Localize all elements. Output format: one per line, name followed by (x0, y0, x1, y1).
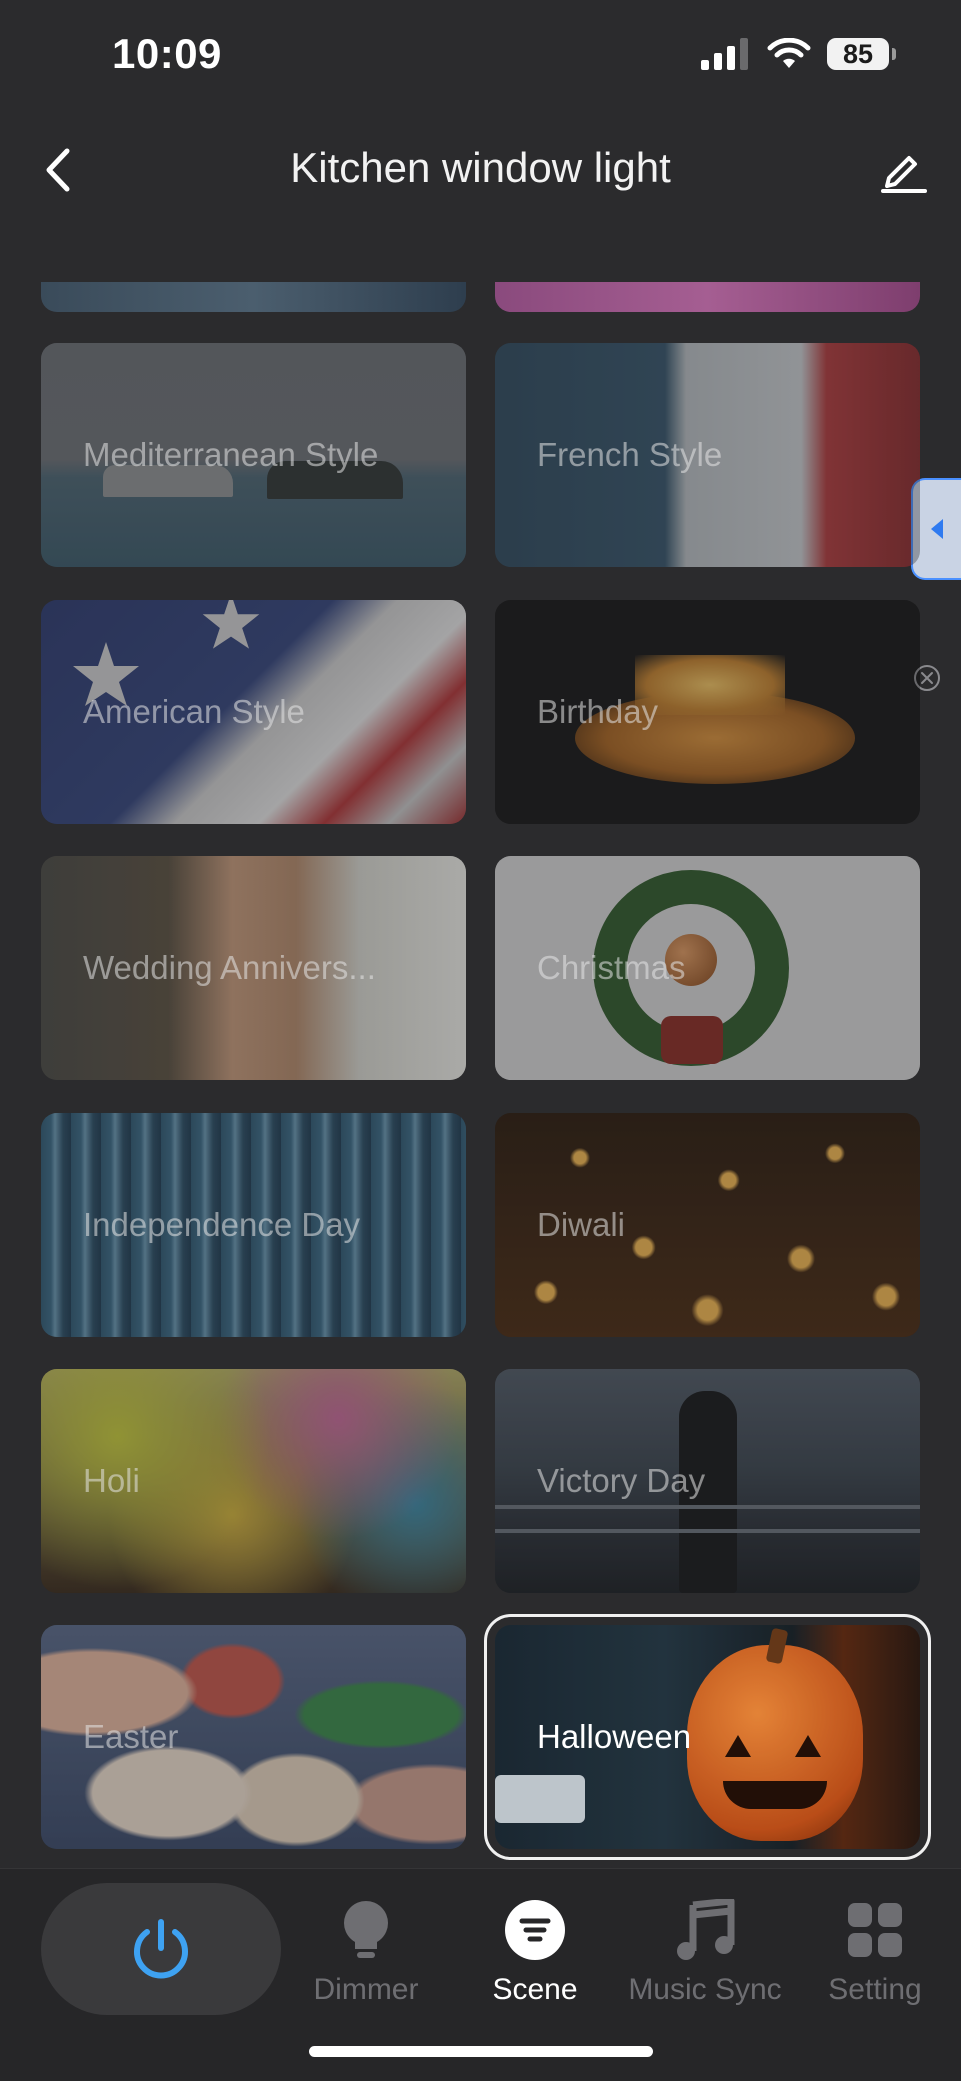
scene-label: Victory Day (537, 1462, 706, 1499)
nav-label: Music Sync (628, 1973, 782, 2006)
nav-label: Dimmer (313, 1973, 419, 2006)
scene-tile-diwali[interactable]: Diwali (495, 1113, 920, 1337)
edit-button[interactable] (873, 140, 933, 200)
scene-tile-french[interactable]: French Style (495, 343, 920, 567)
caret-left-icon (931, 519, 943, 539)
signal-icon (701, 38, 748, 70)
scene-tile-partial[interactable] (495, 282, 920, 312)
battery-level: 85 (842, 39, 874, 69)
header: Kitchen window light (0, 112, 961, 228)
scene-tile-easter[interactable]: Easter (41, 1625, 466, 1849)
power-button[interactable] (41, 1883, 281, 2015)
scene-label: Holi (83, 1462, 140, 1499)
scene-label: Birthday (537, 693, 659, 730)
scene-label: Independence Day (83, 1206, 361, 1243)
status-icons: 85 (701, 38, 896, 70)
nav-label: Setting (828, 1973, 922, 2006)
power-icon (134, 1919, 188, 1979)
scene-label: French Style (537, 436, 723, 473)
scene-tile-partial[interactable] (41, 282, 466, 312)
scene-tile-holi[interactable]: Holi (41, 1369, 466, 1593)
scene-tile-halloween[interactable]: Halloween (484, 1614, 931, 1860)
page-title: Kitchen window light (290, 144, 671, 191)
nav-music-sync[interactable]: Music Sync (620, 1897, 790, 2007)
battery-icon: 85 (827, 38, 896, 70)
scene-tile-christmas[interactable]: Christmas (495, 856, 920, 1080)
scene-label: Easter (83, 1718, 179, 1755)
nav-dimmer[interactable]: Dimmer (281, 1897, 451, 2007)
scene-tile-american[interactable]: American Style (41, 600, 466, 824)
scene-tile-independence[interactable]: Independence Day (41, 1113, 466, 1337)
scene-tile-victory[interactable]: Victory Day (495, 1369, 920, 1593)
scene-label: Christmas (537, 949, 686, 986)
scene-label: Halloween (537, 1718, 692, 1755)
status-time: 10:09 (112, 30, 222, 77)
scene-grid: Mediterranean Style French Style America… (0, 228, 961, 1868)
scene-label: American Style (83, 693, 305, 730)
scene-label: Wedding Annivers... (83, 949, 376, 986)
scene-tile-mediterranean[interactable]: Mediterranean Style (41, 343, 466, 567)
wifi-icon (767, 38, 811, 68)
scene-tile-birthday[interactable]: Birthday (495, 600, 920, 824)
music-note-icon (677, 1899, 735, 1960)
bulb-icon (344, 1901, 388, 1958)
app-screen: 10:09 85 Kitchen window light Mediterran… (0, 0, 961, 2081)
home-indicator (309, 2046, 653, 2057)
nav-scene[interactable]: Scene (450, 1897, 620, 2007)
nav-label: Scene (492, 1973, 578, 2006)
status-bar: 10:09 85 (0, 0, 961, 112)
scene-tile-wedding[interactable]: Wedding Annivers... (41, 856, 466, 1080)
scene-label: Mediterranean Style (83, 436, 379, 473)
scene-icon (505, 1900, 565, 1960)
scene-label: Diwali (537, 1206, 626, 1243)
nav-setting[interactable]: Setting (790, 1897, 960, 2007)
pencil-icon (881, 156, 927, 193)
grid-icon (848, 1903, 902, 1957)
